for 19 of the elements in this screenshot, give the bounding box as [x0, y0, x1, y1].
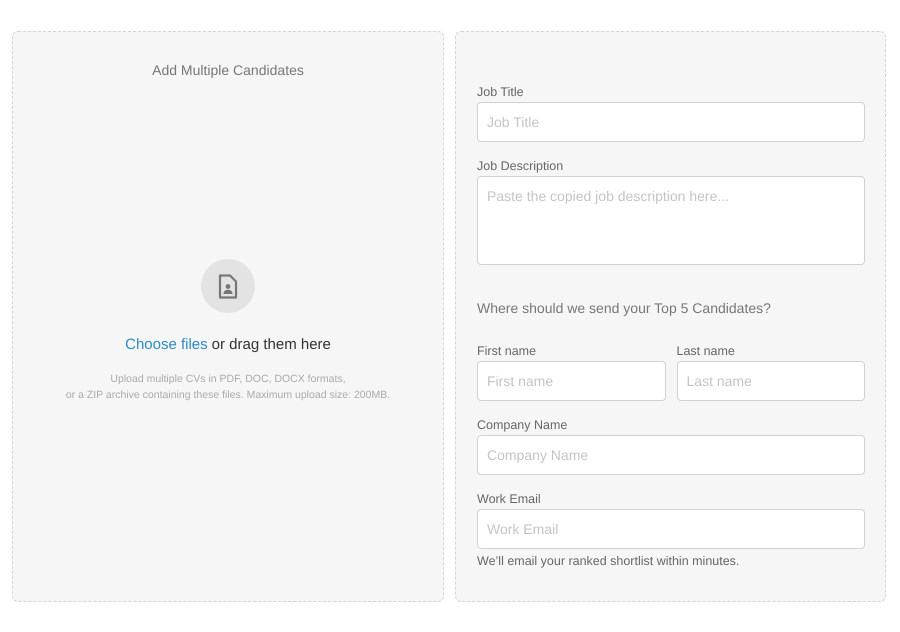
- document-person-icon: [218, 274, 238, 298]
- input-field[interactable]: Job Title: [477, 102, 865, 142]
- panel-title: Add Multiple Candidates: [152, 61, 304, 80]
- input-field[interactable]: Work Email: [477, 509, 865, 549]
- text-area[interactable]: Paste the copied job description here...: [477, 176, 865, 265]
- helper-text: We’ll email your ranked shortlist within minutes.: [477, 553, 740, 570]
- field-label: Last name: [676, 344, 736, 358]
- choose-files-link[interactable]: Choose files: [125, 334, 208, 356]
- field-label: Company Name: [477, 418, 568, 432]
- section-heading: Where should we send your Top 5 Candidates?: [477, 299, 772, 318]
- field-label: Job Title: [477, 85, 525, 99]
- field-label: First name: [477, 344, 538, 358]
- input-field[interactable]: First name: [477, 361, 666, 401]
- field-label: Work Email: [477, 492, 542, 506]
- input-field[interactable]: Company Name: [477, 435, 865, 475]
- drag-hint: or drag them here: [212, 335, 331, 355]
- input-field[interactable]: Last name: [676, 361, 865, 401]
- upload-hint: Upload multiple CVs in PDF, DOC, DOCX formats, or a ZIP archive containing these files. Maximum upload size: 200MB.: [66, 372, 390, 402]
- field-label: Job Description: [477, 159, 564, 173]
